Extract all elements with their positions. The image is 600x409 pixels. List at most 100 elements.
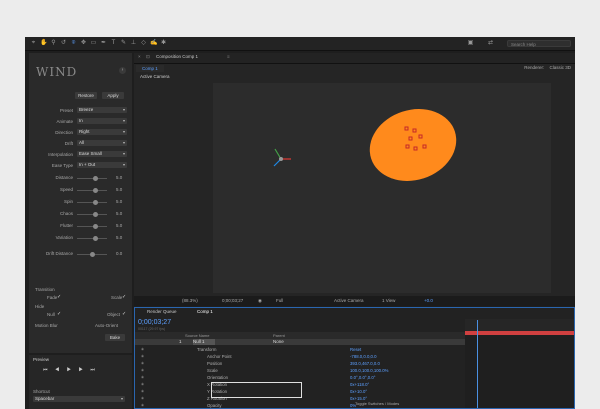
scale-checkbox[interactable]: ✓: [122, 294, 126, 300]
shortcut-select[interactable]: Spacebar ▾: [33, 396, 125, 402]
setting-select[interactable]: All ▾: [77, 140, 127, 146]
restore-button[interactable]: Restore: [75, 92, 97, 99]
stopwatch-icon[interactable]: ◉: [141, 382, 144, 386]
slider-track[interactable]: [77, 176, 107, 181]
menu-icon[interactable]: ≡: [227, 54, 230, 59]
slider-value[interactable]: 5.0: [116, 175, 122, 180]
text-tool-icon[interactable]: T: [110, 40, 117, 47]
stopwatch-icon[interactable]: ◉: [141, 396, 144, 400]
slider-knob[interactable]: [93, 200, 98, 205]
close-icon[interactable]: ×: [138, 54, 141, 59]
stopwatch-icon[interactable]: ◉: [141, 389, 144, 393]
slider-value[interactable]: 5.0: [116, 211, 122, 216]
slider-value[interactable]: 5.0: [116, 199, 122, 204]
slider-track[interactable]: [77, 252, 107, 257]
layer-duration-bar[interactable]: [465, 331, 574, 335]
slider-knob[interactable]: [93, 188, 98, 193]
setting-select[interactable]: Right ▾: [77, 129, 127, 135]
slider-knob[interactable]: [93, 224, 98, 229]
playback-controls[interactable]: ⏮ ◀ ▶ ▶ ⏭: [43, 367, 98, 373]
slider-value[interactable]: 5.0: [116, 223, 122, 228]
fade-checkbox[interactable]: ✓: [57, 294, 61, 300]
zoom-select[interactable]: (88.3%): [182, 298, 198, 303]
tab-comp-1[interactable]: Comp 1: [197, 309, 213, 314]
viewer-timecode[interactable]: 0;00;03;27: [222, 298, 243, 303]
object-label: Object: [107, 312, 121, 317]
pen-tool-icon[interactable]: ✒: [100, 40, 107, 47]
slider-knob[interactable]: [90, 252, 95, 257]
toggle-modes-button[interactable]: Toggle Switches / Modes: [355, 401, 399, 406]
zoom-tool-icon[interactable]: ⚲: [50, 40, 57, 47]
brush-tool-icon[interactable]: ✎: [120, 40, 127, 47]
stopwatch-icon[interactable]: ◉: [141, 403, 144, 407]
sync-icon[interactable]: ⇄: [487, 40, 494, 47]
property-value[interactable]: 0.0°,0.0°,0.0°: [350, 375, 375, 380]
object-checkbox[interactable]: ✓: [122, 311, 126, 317]
comp-subtab[interactable]: Comp 1: [136, 65, 164, 72]
layer-name[interactable]: Null 1: [193, 339, 215, 345]
tab-render-queue[interactable]: Render Queue: [147, 309, 177, 314]
setting-select[interactable]: In + Out ▾: [77, 162, 127, 168]
mask-tool-icon[interactable]: ▭: [90, 40, 97, 47]
property-value[interactable]: 100.0,100.0,100.0%: [350, 368, 388, 373]
slider-track[interactable]: [77, 188, 107, 193]
hand-tool-icon[interactable]: ✋: [40, 40, 47, 47]
timeline-panel: Render Queue Comp 1 0;00;03;27 00117 (29…: [134, 307, 575, 409]
setting-select[interactable]: Ease Small ▾: [77, 151, 127, 157]
tab-composition[interactable]: Composition Comp 1: [156, 54, 198, 59]
view-layout-select[interactable]: 1 View: [382, 298, 395, 303]
slider-knob[interactable]: [93, 176, 98, 181]
roto-tool-icon[interactable]: ✍: [150, 40, 157, 47]
property-name: Opacity: [207, 403, 222, 408]
camera-select[interactable]: Active Camera: [334, 298, 364, 303]
property-value[interactable]: 0x+118.0°: [350, 382, 369, 387]
active-camera-label: Active Camera: [140, 74, 170, 79]
orange-ellipse-layer[interactable]: [360, 98, 465, 192]
eraser-tool-icon[interactable]: ◇: [140, 40, 147, 47]
slider-knob[interactable]: [93, 212, 98, 217]
stopwatch-icon[interactable]: ◉: [141, 361, 144, 365]
pan-behind-tool-icon[interactable]: ✥: [80, 40, 87, 47]
slider-label: Drift Distance: [45, 251, 73, 256]
setting-select[interactable]: Breeze ▾: [77, 107, 127, 113]
slider-value[interactable]: 0.0: [116, 251, 122, 256]
timeline-graph[interactable]: [465, 320, 574, 408]
collapse-arrow-icon[interactable]: ›: [119, 67, 126, 74]
timeline-timecode[interactable]: 0;00;03;27: [138, 319, 171, 326]
property-value[interactable]: Reset: [350, 347, 361, 352]
puppet-tool-icon[interactable]: ✱: [160, 40, 167, 47]
stopwatch-icon[interactable]: ◉: [141, 375, 144, 379]
setting-select[interactable]: In ▾: [77, 118, 127, 124]
stopwatch-icon[interactable]: ◉: [141, 354, 144, 358]
property-value[interactable]: -788.0,0.0,0.0: [350, 354, 377, 359]
bake-button[interactable]: Bake: [105, 334, 125, 341]
property-value[interactable]: 393.0,467.0,0.0: [350, 361, 380, 366]
slider-value[interactable]: 5.0: [116, 235, 122, 240]
composition-canvas[interactable]: [213, 83, 551, 293]
layer-parent[interactable]: None: [273, 339, 284, 344]
rotate-tool-icon[interactable]: ↺: [60, 40, 67, 47]
stopwatch-icon[interactable]: ◉: [141, 368, 144, 372]
snapshot-icon[interactable]: ◉: [258, 298, 262, 304]
resolution-select[interactable]: Full: [276, 298, 283, 303]
slider-track[interactable]: [77, 200, 107, 205]
search-input[interactable]: Search Help: [507, 40, 571, 47]
stamp-tool-icon[interactable]: ⊥: [130, 40, 137, 47]
exposure-value[interactable]: +0.0: [424, 298, 433, 303]
camera-tool-icon[interactable]: ⌾: [70, 40, 77, 47]
property-value[interactable]: 0x+10.0°: [350, 389, 367, 394]
selection-tool-icon[interactable]: ⌖: [30, 40, 37, 47]
playhead[interactable]: [477, 320, 478, 408]
stopwatch-icon[interactable]: ◉: [141, 347, 144, 351]
3d-axis-gizmo-icon[interactable]: [273, 148, 291, 167]
slider-knob[interactable]: [93, 236, 98, 241]
apply-button[interactable]: Apply: [102, 92, 124, 99]
null-checkbox[interactable]: ✓: [57, 311, 61, 317]
lock-icon[interactable]: ⊡: [146, 54, 150, 60]
renderer-info[interactable]: Renderer: Classic 3D: [524, 65, 571, 70]
slider-track[interactable]: [77, 212, 107, 217]
slider-track[interactable]: [77, 224, 107, 229]
slider-value[interactable]: 5.0: [116, 187, 122, 192]
workspace-icon[interactable]: ▣: [467, 40, 474, 47]
slider-track[interactable]: [77, 236, 107, 241]
